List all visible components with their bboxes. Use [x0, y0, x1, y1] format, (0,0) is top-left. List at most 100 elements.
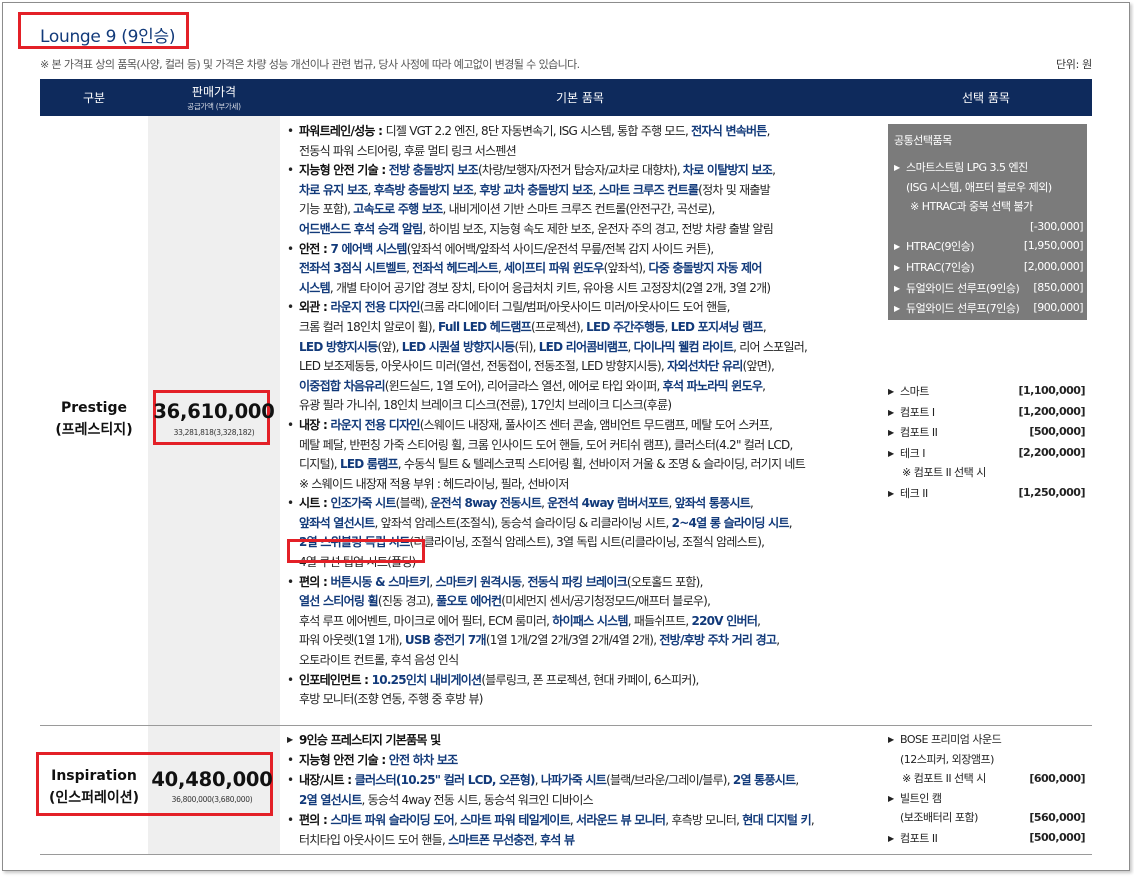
- header-basic-label: 기본 품목: [556, 91, 604, 105]
- feature-heading: 내장 :: [299, 417, 331, 432]
- option-price: [-300,000]: [1029, 219, 1084, 233]
- option-note: (보조배터리 포함): [900, 811, 978, 825]
- bullet-icon: •: [287, 574, 294, 589]
- option-item: ▶ 컴포트 II [500,000]: [888, 422, 1085, 443]
- table-header: 구분 판매가격 공급가액 (부가세) 기본 품목 선택 품목: [40, 79, 1092, 116]
- prestige-price: 36,610,000: [153, 400, 275, 423]
- option-price: [500,000]: [1029, 830, 1085, 844]
- arrow-icon: ▶: [894, 304, 900, 314]
- option-price: [2,200,000]: [1018, 445, 1086, 459]
- arrow-icon: ▶: [888, 793, 894, 803]
- option-item: ▶ HTRAC(7인승) [2,000,000]: [894, 257, 1084, 278]
- trim-name-kr: (인스퍼레이션): [48, 790, 140, 806]
- inspiration-price-sub: 36,800,000(3,680,000): [171, 795, 253, 804]
- unit-label: 단위: 원: [1055, 58, 1092, 71]
- feature-heading: 안전 :: [299, 241, 331, 256]
- feature-item: • 내장/시트 : 클러스터(10.25" 컬러 LCD, 오픈형), 나파가죽 …: [287, 770, 881, 810]
- common-options-box: 공통선택품목 ▶ 스마트스트림 LPG 3.5 엔진 (ISG 시스템, 애프터 …: [888, 124, 1087, 320]
- feature-text: 안전 하차 보조: [388, 753, 458, 767]
- option-item: ※ 컴포트 II 선택 시 [600,000]: [888, 769, 1085, 789]
- header-price-sub-label: 공급가액 (부가세): [187, 102, 241, 111]
- feature-heading: 외관 :: [299, 300, 331, 315]
- feature-item: • 지능형 안전 기술 : 전방 충돌방지 보조(차량/보행자/자전거 탑승자/교…: [287, 161, 881, 239]
- feature-heading: 지능형 안전 기술 :: [299, 163, 389, 178]
- option-item: ▶ 듀얼와이드 선루프(9인승) [850,000]: [894, 278, 1083, 299]
- option-price: [1,250,000]: [1018, 485, 1086, 499]
- trim-name-kr: (프레스티지): [55, 422, 133, 438]
- bullet-icon: •: [287, 496, 294, 511]
- arrow-icon: ▶: [287, 735, 293, 744]
- bullet-icon: •: [287, 124, 294, 138]
- arrow-icon: ▶: [894, 163, 900, 172]
- prestige-basic-features: • 파워트레인/성능 : 디젤 VGT 2.2 엔진, 8단 자동변속기, ISG…: [287, 122, 881, 710]
- trim-name-en: Inspiration: [51, 768, 137, 784]
- swivel-seat-highlight-box: [287, 539, 425, 563]
- feature-heading: 인포테인먼트 :: [299, 672, 372, 687]
- feature-text: 클러스터(10.25" 컬러 LCD, 오픈형), 나파가죽 시트(블랙/브라운…: [299, 773, 799, 807]
- arrow-icon: ▶: [888, 407, 894, 417]
- row-divider: [40, 725, 1092, 726]
- option-price: [850,000]: [1033, 280, 1083, 294]
- bullet-icon: •: [287, 672, 294, 687]
- option-name: 테크 I: [900, 446, 925, 460]
- bullet-icon: •: [287, 241, 294, 256]
- option-note: ※ 컴포트 II 선택 시: [902, 772, 986, 786]
- header-price: 판매가격 공급가액 (부가세): [148, 79, 280, 116]
- inspiration-basic-features: ▶ 9인승 프레스티지 기본품목 및 • 지능형 안전 기술 : 안전 하차 보조 • 내…: [287, 730, 881, 850]
- arrow-icon: ▶: [894, 283, 900, 293]
- option-price: [2,000,000]: [1023, 259, 1084, 273]
- feature-item: • 편의 : 스마트 파워 슬라이딩 도어, 스마트 파워 테일게이트, 서라운드…: [287, 810, 881, 850]
- option-name: 빌트인 캠: [900, 791, 942, 805]
- feature-item: • 지능형 안전 기술 : 안전 하차 보조: [287, 750, 881, 770]
- feature-heading: 지능형 안전 기술 :: [299, 753, 389, 767]
- common-options-title: 공통선택품목: [894, 134, 952, 147]
- option-price: [900,000]: [1033, 301, 1083, 315]
- option-item: ▶ 테크 II [1,250,000]: [888, 483, 1085, 504]
- option-price: [1,200,000]: [1018, 404, 1086, 418]
- feature-item: • 파워트레인/성능 : 디젤 VGT 2.2 엔진, 8단 자동변속기, ISG…: [287, 122, 881, 161]
- option-item: ▶ 스마트스트림 LPG 3.5 엔진: [894, 158, 1083, 178]
- feature-item: • 인포테인먼트 : 10.25인치 내비게이션(블루링크, 폰 프로젝션, 현대…: [287, 671, 881, 710]
- bullet-icon: •: [287, 813, 294, 827]
- option-note: (ISG 시스템, 애프터 블로우 제외): [906, 180, 1052, 194]
- option-price: [1,100,000]: [1018, 384, 1086, 397]
- feature-text: 라운지 전용 디자인(크롬 라디에이터 그릴/범퍼/아웃사이드 미러/아웃사이드…: [299, 300, 808, 413]
- option-item: ▶ 테크 I [2,200,000]: [888, 443, 1085, 464]
- option-price: [1,950,000]: [1023, 239, 1084, 253]
- header-option-label: 선택 품목: [962, 91, 1010, 105]
- bullet-icon: •: [287, 773, 294, 787]
- arrow-icon: ▶: [894, 262, 900, 272]
- option-name: 컴포트 II: [900, 831, 938, 845]
- disclaimer-text: ※ 본 가격표 상의 품목(사양, 컬러 등) 및 가격은 차량 성능 개선이나…: [40, 58, 580, 71]
- prestige-options: ▶ 스마트 [1,100,000] ▶ 컴포트 I [1,200,000] ▶ 컴포트 I…: [888, 381, 1085, 504]
- feature-heading: 편의 :: [299, 813, 331, 827]
- feature-item: • 편의 : 버튼시동 & 스마트키, 스마트키 원격시동, 전동식 파킹 브레이…: [287, 573, 881, 671]
- page-title: Lounge 9 (9인승): [40, 27, 176, 47]
- option-item: ▶ 스마트 [1,100,000]: [888, 381, 1085, 402]
- feature-heading: 편의 :: [299, 574, 331, 589]
- option-name: 스마트: [900, 385, 929, 398]
- feature-heading: 파워트레인/성능 :: [299, 124, 386, 138]
- inspiration-options: ▶ BOSE 프리미엄 사운드 (12스피커, 외장앰프) ※ 컴포트 II 선택…: [888, 730, 1085, 849]
- trim-name-prestige: Prestige (프레스티지): [40, 397, 148, 441]
- inspiration-price: 40,480,000: [151, 768, 273, 791]
- bullet-icon: •: [287, 417, 294, 432]
- feature-item: • 안전 : 7 에어백 시스템(앞좌석 에어백/앞좌석 사이드/운전석 무릎/전…: [287, 240, 881, 299]
- option-name: HTRAC(7인승): [906, 260, 975, 274]
- option-price: [600,000]: [1029, 772, 1085, 786]
- bullet-icon: •: [287, 163, 294, 178]
- header-price-label: 판매가격: [191, 85, 237, 99]
- arrow-icon: ▶: [888, 428, 894, 438]
- table-bottom-border: [40, 854, 1092, 855]
- arrow-icon: ▶: [888, 448, 894, 458]
- arrow-icon: ▶: [888, 735, 894, 744]
- feature-item: • 내장 : 라운지 전용 디자인(스웨이드 내장재, 풀사이즈 센터 콘솔, 앰…: [287, 416, 881, 494]
- option-name: 컴포트 I: [900, 405, 935, 419]
- feature-heading: 9인승 프레스티지 기본품목 및: [299, 733, 441, 747]
- feature-item: ▶ 9인승 프레스티지 기본품목 및: [287, 730, 881, 750]
- bullet-icon: •: [287, 300, 294, 315]
- option-name: 스마트스트림 LPG 3.5 엔진: [906, 161, 1028, 174]
- trim-name-en: Prestige: [60, 400, 127, 416]
- option-name: 컴포트 II: [900, 426, 938, 440]
- arrow-icon: ▶: [888, 387, 894, 396]
